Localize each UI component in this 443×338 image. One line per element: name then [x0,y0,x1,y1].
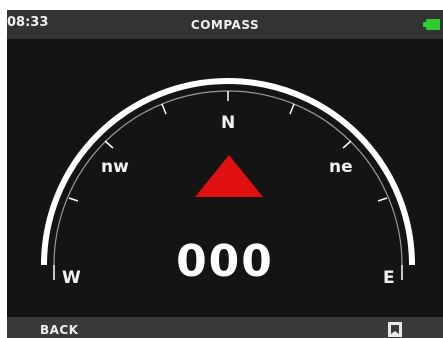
tick-ene [377,197,388,202]
compass-screen: 08:33 COMPASS N nw ne W E 000 BACK [7,10,443,338]
label-north: N [221,113,236,133]
tick-nw [104,140,114,149]
bottom-bar: BACK [7,317,443,338]
heading-readout: 000 [176,236,274,287]
bookmark-glyph [388,322,402,337]
triangle-pointer-icon [195,155,263,197]
tick-wnw [68,197,79,202]
tick-nnw [161,103,167,115]
bookmark-icon[interactable] [388,322,402,337]
label-northwest: nw [101,157,129,177]
tick-ne [342,140,352,149]
tick-nne [289,103,295,115]
label-northeast: ne [329,157,353,177]
back-button[interactable]: BACK [40,323,79,337]
